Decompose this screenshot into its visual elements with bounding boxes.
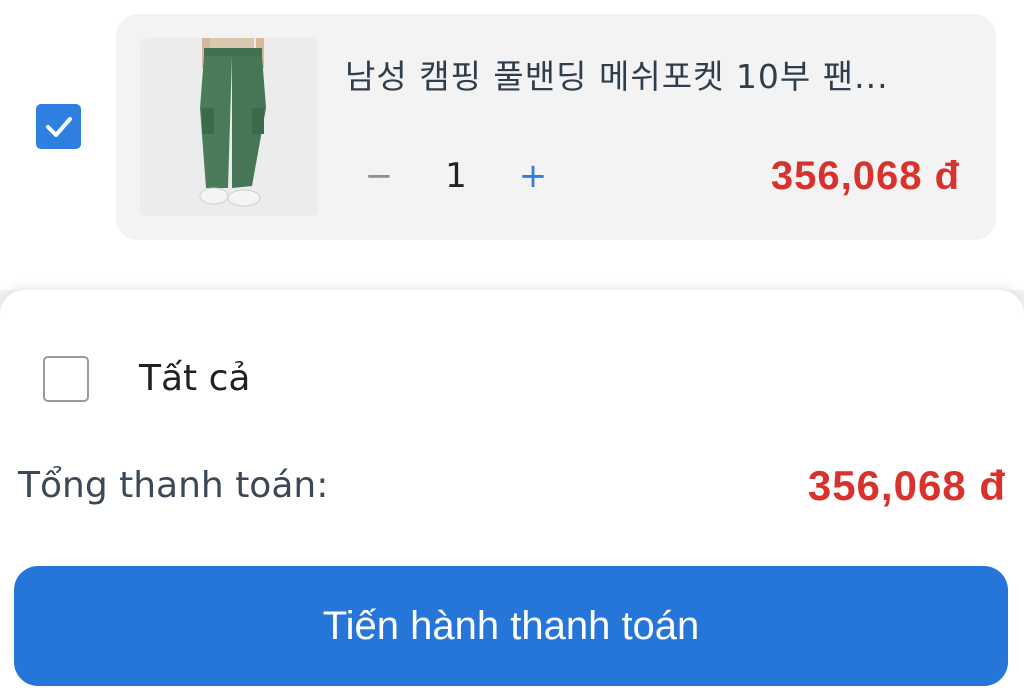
checkout-button-label: Tiến hành thanh toán [322, 603, 700, 648]
cart-item-card[interactable]: 남성 캠핑 풀밴딩 메쉬포켓 10부 팬... − 1 + 356,068 đ [116, 14, 996, 240]
total-amount: 356,068 đ [807, 462, 1006, 509]
checkout-summary: Tất cả Tổng thanh toán: 356,068 đ Tiến h… [0, 290, 1024, 700]
cart-page: 남성 캠핑 풀밴딩 메쉬포켓 10부 팬... − 1 + 356,068 đ … [0, 0, 1024, 700]
total-label: Tổng thanh toán: [18, 465, 329, 506]
checkout-button[interactable]: Tiến hành thanh toán [14, 566, 1008, 686]
select-all-checkbox[interactable] [43, 356, 89, 402]
product-title[interactable]: 남성 캠핑 풀밴딩 메쉬포켓 10부 팬... [345, 50, 965, 98]
quantity-decrease-button[interactable]: − [362, 156, 396, 196]
quantity-value: 1 [445, 156, 467, 196]
select-all-label[interactable]: Tất cả [139, 356, 250, 402]
item-checkbox[interactable] [36, 104, 81, 149]
product-price: 356,068 đ [770, 154, 960, 198]
cart-list: 남성 캠핑 풀밴딩 메쉬포켓 10부 팬... − 1 + 356,068 đ [0, 0, 1024, 290]
quantity-increase-button[interactable]: + [516, 156, 550, 196]
product-image[interactable] [140, 38, 318, 216]
checkmark-icon [45, 116, 72, 137]
